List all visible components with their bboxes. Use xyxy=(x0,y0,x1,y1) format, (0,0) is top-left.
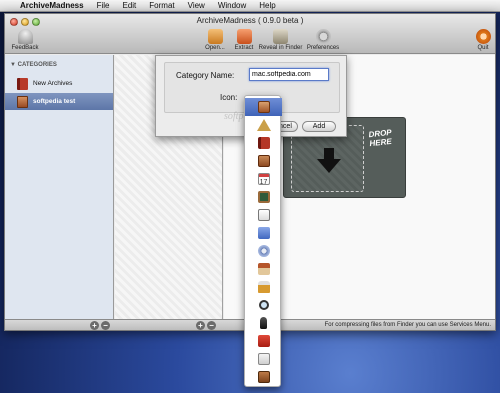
icon-option-lock[interactable] xyxy=(245,278,282,296)
icon-option-microphone[interactable] xyxy=(245,314,282,332)
reveal-in-finder-button[interactable]: Reveal in Finder xyxy=(253,29,308,51)
quit-button[interactable]: Quit xyxy=(469,29,495,51)
menu-window[interactable]: Window xyxy=(218,1,246,10)
icon-option-briefcase[interactable] xyxy=(245,368,282,386)
quit-icon xyxy=(475,29,491,44)
sidebar-item-label: New Archives xyxy=(33,80,73,87)
gear-icon xyxy=(315,29,331,44)
icon-option-package[interactable] xyxy=(245,152,282,170)
finder-icon xyxy=(273,29,288,44)
menu-format[interactable]: Format xyxy=(149,1,174,10)
drop-here-label: DROP HERE xyxy=(368,128,393,148)
add-archive-button[interactable]: + xyxy=(196,321,205,330)
icon-option-gear[interactable] xyxy=(245,242,282,260)
reveal-label: Reveal in Finder xyxy=(258,45,303,51)
down-arrow-icon xyxy=(317,148,341,173)
add-button[interactable]: Add xyxy=(302,121,336,132)
box-icon xyxy=(17,95,28,108)
feedback-button[interactable]: FeedBack xyxy=(5,29,45,51)
sidebar-item-label: softpedia test xyxy=(33,98,76,105)
red-case-icon xyxy=(257,335,270,347)
menu-app-name[interactable]: ArchiveMadness xyxy=(20,1,84,10)
menu-bar: ArchiveMadness File Edit Format View Win… xyxy=(0,0,500,12)
menu-edit[interactable]: Edit xyxy=(122,1,136,10)
title-bar: ArchiveMadness ( 0.9.0 beta ) FeedBack O… xyxy=(5,14,495,54)
list-add-remove: + − xyxy=(196,321,216,330)
sidebar-item-softpedia-test[interactable]: softpedia test xyxy=(5,93,113,110)
icon-option-chalkboard[interactable] xyxy=(245,188,282,206)
icon-label: Icon: xyxy=(220,93,238,102)
preferences-button[interactable]: Preferences xyxy=(303,29,343,51)
chalkboard-icon xyxy=(257,191,270,203)
status-text: For compressing files from Finder you ca… xyxy=(324,322,491,328)
package-icon xyxy=(257,155,270,167)
window-title: ArchiveMadness ( 0.9.0 beta ) xyxy=(196,16,304,25)
icon-option-app-store[interactable] xyxy=(245,224,282,242)
bell-icon xyxy=(17,29,33,44)
drop-label-line2: HERE xyxy=(369,136,393,149)
quit-label: Quit xyxy=(477,45,489,51)
extract-icon xyxy=(236,29,252,44)
open-label: Open... xyxy=(205,45,225,51)
remove-category-button[interactable]: − xyxy=(101,321,110,330)
clipboard-icon xyxy=(257,209,270,221)
category-name-label: Category Name: xyxy=(176,71,235,80)
gear-icon xyxy=(257,245,270,257)
menu-view[interactable]: View xyxy=(188,1,205,10)
icon-option-brown-box[interactable] xyxy=(245,98,282,116)
open-folder-icon xyxy=(207,29,223,44)
magnifier-icon xyxy=(258,300,269,310)
open-button[interactable]: Open... xyxy=(200,29,230,51)
menu-help[interactable]: Help xyxy=(259,1,275,10)
briefcase-icon xyxy=(257,371,270,383)
icon-popup-menu[interactable]: 17 xyxy=(244,95,282,387)
book-icon xyxy=(17,77,28,90)
preferences-label: Preferences xyxy=(306,45,340,51)
remove-archive-button[interactable]: − xyxy=(207,321,216,330)
microphone-icon xyxy=(260,317,267,329)
icon-option-document[interactable] xyxy=(245,350,282,368)
categories-header[interactable]: ▼ CATEGORIES xyxy=(10,62,57,68)
sidebar-item-new-archives[interactable]: New Archives xyxy=(5,75,113,92)
icon-option-triangle[interactable] xyxy=(245,116,282,134)
icon-option-calendar[interactable]: 17 xyxy=(245,170,282,188)
menu-file[interactable]: File xyxy=(97,1,110,10)
categories-sidebar: ▼ CATEGORIES New Archives softpedia test xyxy=(5,55,114,319)
icon-option-magnifier[interactable] xyxy=(245,296,282,314)
icon-option-house[interactable] xyxy=(245,260,282,278)
icon-option-red-book[interactable] xyxy=(245,134,282,152)
calendar-icon: 17 xyxy=(257,173,270,186)
red-book-icon xyxy=(257,137,270,149)
categories-header-label: CATEGORIES xyxy=(17,62,57,68)
house-icon xyxy=(257,263,270,275)
app-store-icon xyxy=(257,227,270,239)
add-category-button[interactable]: + xyxy=(90,321,99,330)
category-name-input[interactable] xyxy=(249,68,329,81)
icon-option-red-case[interactable] xyxy=(245,332,282,350)
brown-box-icon xyxy=(257,101,270,113)
sidebar-add-remove: + − xyxy=(90,321,110,330)
extract-label: Extract xyxy=(234,45,254,51)
document-icon xyxy=(257,353,270,365)
triangle-ruler-icon xyxy=(256,119,271,131)
feedback-label: FeedBack xyxy=(11,45,39,51)
icon-option-clipboard[interactable] xyxy=(245,206,282,224)
lock-icon xyxy=(257,281,270,293)
